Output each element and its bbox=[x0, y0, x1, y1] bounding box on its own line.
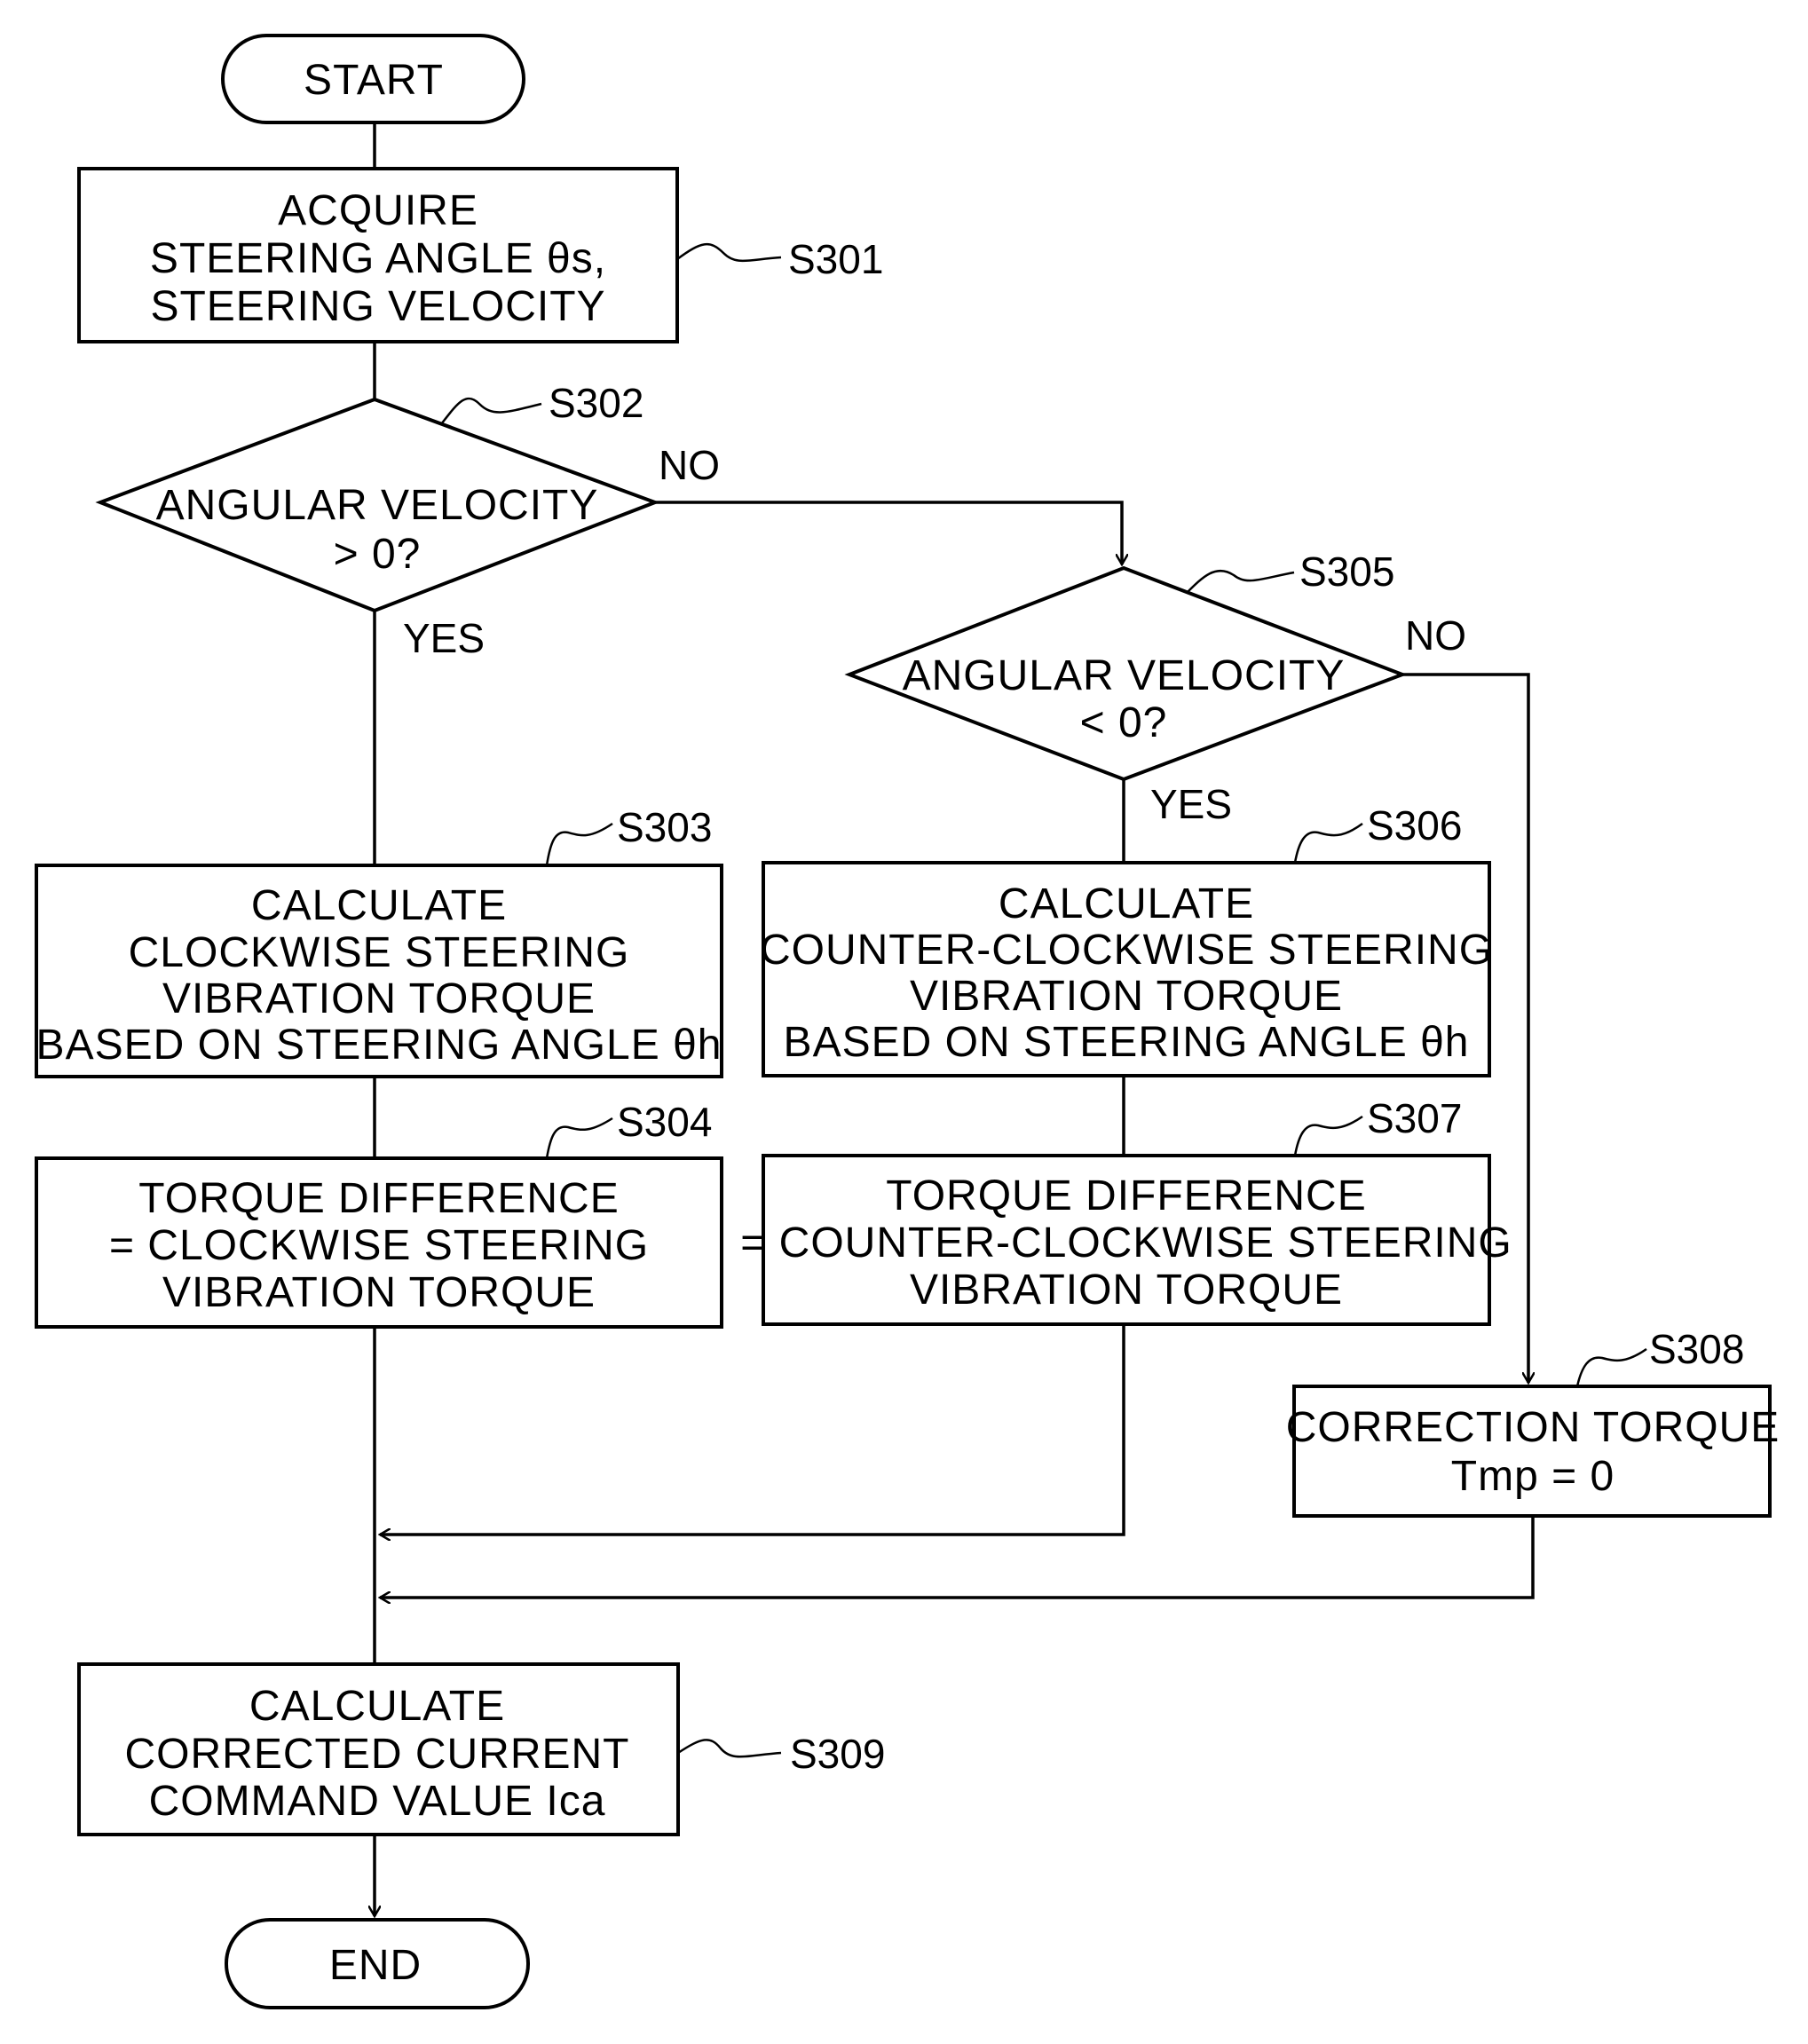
edge-s302-no-s305 bbox=[655, 501, 1122, 564]
s301-line-1: ACQUIRE bbox=[278, 187, 478, 234]
s308-line-1: CORRECTION TORQUE bbox=[1286, 1404, 1780, 1451]
s302-no-label: NO bbox=[659, 442, 720, 488]
s309-leader bbox=[677, 1739, 782, 1758]
decision-s305: ANGULAR VELOCITY < 0? S305 NO YES bbox=[844, 548, 1466, 827]
s305-no-label: NO bbox=[1405, 612, 1466, 659]
s302-yes-label: YES bbox=[403, 615, 485, 661]
s308-step-label: S308 bbox=[1649, 1326, 1744, 1372]
s307-step-label: S307 bbox=[1367, 1095, 1462, 1141]
s304-line-3: VIBRATION TORQUE bbox=[162, 1269, 596, 1316]
s305-step-label: S305 bbox=[1299, 548, 1394, 595]
start-label: START bbox=[304, 57, 444, 104]
s301-step-label: S301 bbox=[788, 236, 883, 282]
s309-line-2: CORRECTED CURRENT bbox=[125, 1731, 630, 1778]
s304-line-2: = CLOCKWISE STEERING bbox=[109, 1222, 649, 1269]
flowchart: START ACQUIRE STEERING ANGLE θs, STEERIN… bbox=[35, 34, 1780, 2009]
s307-line-3: VIBRATION TORQUE bbox=[910, 1267, 1343, 1314]
s304-step-label: S304 bbox=[617, 1099, 712, 1145]
decision-s302: ANGULAR VELOCITY > 0? S302 NO YES bbox=[95, 380, 720, 661]
end-terminal: END bbox=[225, 1918, 530, 2009]
step-s307-box: TORQUE DIFFERENCE = COUNTER-CLOCKWISE ST… bbox=[740, 1095, 1512, 1326]
s308-line-2: Tmp = 0 bbox=[1451, 1453, 1615, 1500]
s309-step-label: S309 bbox=[790, 1731, 885, 1777]
s302-line-2: > 0? bbox=[334, 531, 422, 578]
s303-line-1: CALCULATE bbox=[251, 882, 507, 929]
s304-line-1: TORQUE DIFFERENCE bbox=[138, 1175, 619, 1222]
s305-yes-label: YES bbox=[1150, 781, 1232, 827]
s303-line-2: CLOCKWISE STEERING bbox=[129, 929, 630, 976]
s306-line-2: COUNTER-CLOCKWISE STEERING bbox=[760, 927, 1493, 974]
end-label: END bbox=[329, 1942, 422, 1989]
step-s304-box: TORQUE DIFFERENCE = CLOCKWISE STEERING V… bbox=[35, 1099, 723, 1329]
s306-step-label: S306 bbox=[1367, 802, 1462, 848]
s306-line-3: VIBRATION TORQUE bbox=[910, 973, 1343, 1020]
s302-leader bbox=[440, 397, 542, 425]
s309-line-3: COMMAND VALUE Ica bbox=[149, 1778, 606, 1825]
s306-line-4: BASED ON STEERING ANGLE θh bbox=[784, 1019, 1470, 1066]
s303-step-label: S303 bbox=[617, 804, 712, 850]
s305-line-1: ANGULAR VELOCITY bbox=[903, 652, 1346, 699]
s303-line-4: BASED ON STEERING ANGLE θh bbox=[36, 1022, 722, 1069]
s305-leader bbox=[1186, 569, 1295, 594]
s302-line-1: ANGULAR VELOCITY bbox=[156, 482, 599, 529]
edge-s307-merge bbox=[380, 1324, 1125, 1535]
s307-line-2: = COUNTER-CLOCKWISE STEERING bbox=[740, 1219, 1512, 1267]
s306-line-1: CALCULATE bbox=[999, 880, 1254, 927]
s301-line-3: STEERING VELOCITY bbox=[150, 283, 605, 330]
s304-leader bbox=[545, 1117, 613, 1159]
s303-line-3: VIBRATION TORQUE bbox=[162, 975, 596, 1022]
s302-step-label: S302 bbox=[549, 380, 643, 426]
s306-leader bbox=[1293, 822, 1363, 864]
s307-leader bbox=[1293, 1115, 1363, 1156]
s301-leader bbox=[676, 242, 782, 263]
edge-s308-merge bbox=[380, 1516, 1535, 1598]
step-s308-box: CORRECTION TORQUE Tmp = 0 S308 bbox=[1286, 1326, 1780, 1518]
start-terminal: START bbox=[221, 34, 525, 124]
step-s301-box: ACQUIRE STEERING ANGLE θs, STEERING VELO… bbox=[77, 167, 883, 343]
s308-leader bbox=[1575, 1347, 1647, 1387]
s307-line-1: TORQUE DIFFERENCE bbox=[886, 1172, 1366, 1219]
s303-leader bbox=[545, 822, 613, 866]
s309-line-1: CALCULATE bbox=[249, 1683, 505, 1730]
s305-line-2: < 0? bbox=[1080, 699, 1168, 746]
step-s306-box: CALCULATE COUNTER-CLOCKWISE STEERING VIB… bbox=[760, 802, 1493, 1077]
step-s309-box: CALCULATE CORRECTED CURRENT COMMAND VALU… bbox=[77, 1662, 885, 1836]
s301-line-2: STEERING ANGLE θs, bbox=[150, 235, 606, 282]
step-s303-box: CALCULATE CLOCKWISE STEERING VIBRATION T… bbox=[35, 804, 723, 1078]
